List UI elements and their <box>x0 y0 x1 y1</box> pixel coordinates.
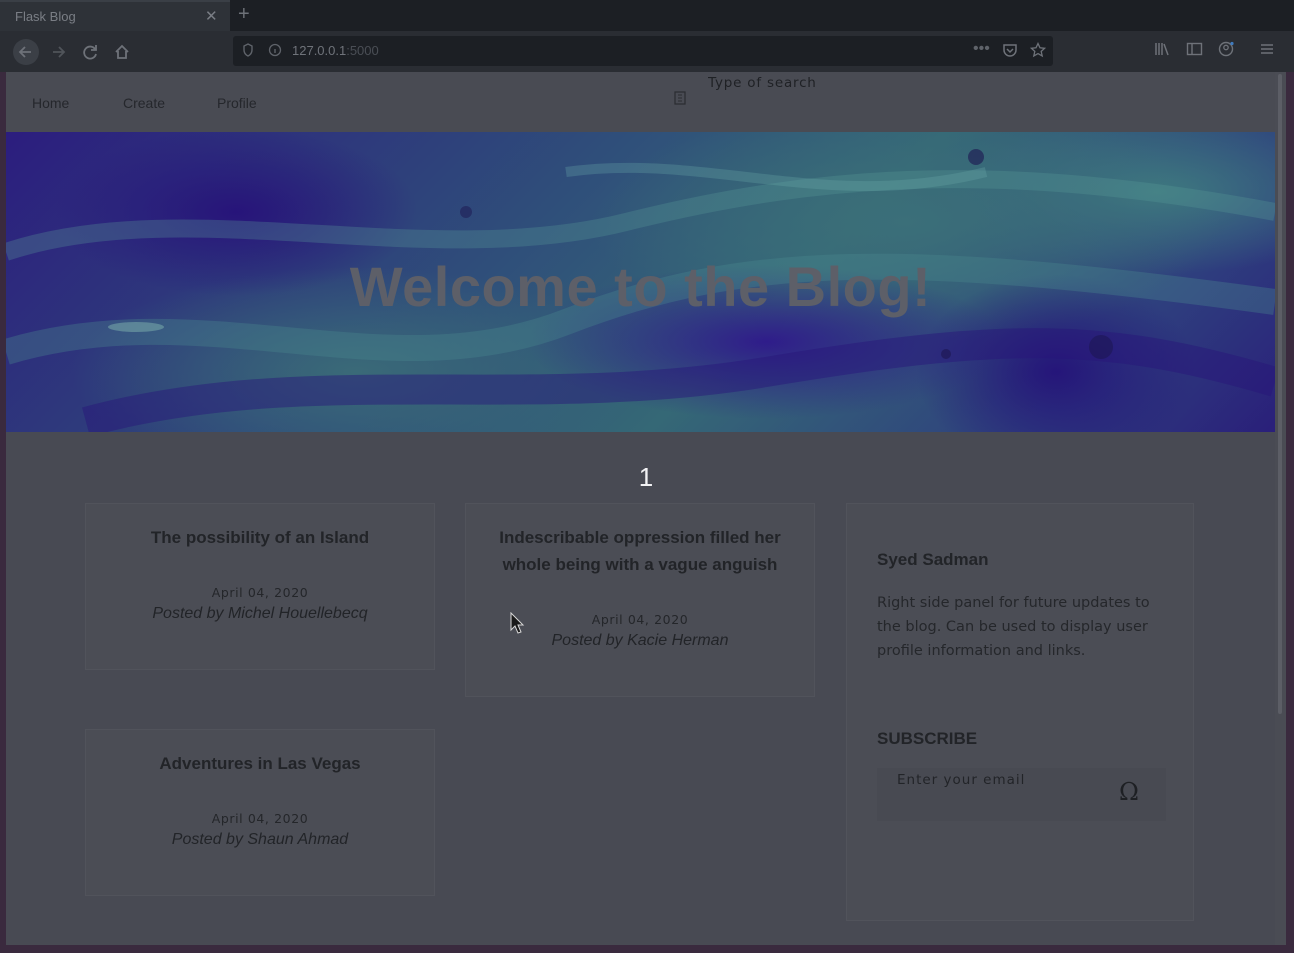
more-actions-icon[interactable]: ••• <box>973 40 990 58</box>
sidebar-icon[interactable] <box>1186 41 1203 60</box>
site-navbar: Home Create Profile <box>6 72 1275 132</box>
submit-icon[interactable]: Ω <box>1119 778 1139 806</box>
hero-banner: Welcome to the Blog! <box>6 132 1275 432</box>
nav-profile-link[interactable]: Profile <box>217 95 257 111</box>
menu-icon[interactable] <box>1260 41 1274 60</box>
search-input[interactable] <box>708 75 908 91</box>
search-icon[interactable] <box>674 90 686 109</box>
page-number[interactable]: 1 <box>636 462 656 493</box>
post-title[interactable]: Indescribable oppression filled her whol… <box>466 524 814 578</box>
account-icon[interactable] <box>1218 41 1235 60</box>
browser-tab-bar: Flask Blog ✕ + <box>0 0 1294 31</box>
scrollbar-thumb[interactable] <box>1278 74 1282 714</box>
info-icon[interactable] <box>268 42 282 61</box>
subscribe-heading: SUBSCRIBE <box>877 729 978 748</box>
post-title[interactable]: Adventures in Las Vegas <box>86 750 434 777</box>
post-date: April 04, 2020 <box>211 811 309 826</box>
forward-arrow-icon[interactable] <box>45 39 71 65</box>
browser-tab[interactable]: Flask Blog ✕ <box>0 0 230 31</box>
nav-create-link[interactable]: Create <box>123 95 165 111</box>
post-card[interactable]: Adventures in Las Vegas April 04, 2020 P… <box>85 729 435 896</box>
url-port: :5000 <box>346 43 379 58</box>
panel-description: Right side panel for future updates to t… <box>877 595 1150 659</box>
shield-icon <box>242 42 254 61</box>
url-bar[interactable]: 127.0.0.1:5000 ••• <box>233 36 1053 66</box>
subscribe-form: Ω <box>877 768 1166 821</box>
post-author: Posted by Michel Houellebecq <box>152 605 368 622</box>
web-page: Home Create Profile Welcome to the Blog!… <box>6 72 1286 945</box>
close-tab-icon[interactable]: ✕ <box>205 7 218 25</box>
bookmark-star-icon[interactable] <box>1029 41 1047 61</box>
url-host: 127.0.0.1 <box>292 43 347 58</box>
right-side-panel: Syed Sadman Right side panel for future … <box>846 503 1194 921</box>
post-card[interactable]: The possibility of an Island April 04, 2… <box>85 503 435 670</box>
email-field[interactable] <box>897 772 1097 788</box>
pocket-icon[interactable] <box>1002 42 1018 61</box>
browser-toolbar: 127.0.0.1:5000 ••• <box>0 31 1294 72</box>
library-icon[interactable] <box>1154 41 1171 60</box>
tab-title: Flask Blog <box>15 9 76 24</box>
mouse-cursor-icon <box>510 612 525 634</box>
back-arrow-icon[interactable] <box>13 39 39 65</box>
home-icon[interactable] <box>109 39 135 65</box>
post-card[interactable]: Indescribable oppression filled her whol… <box>465 503 815 697</box>
nav-home-link[interactable]: Home <box>32 95 69 111</box>
post-date: April 04, 2020 <box>211 585 309 600</box>
url-text: 127.0.0.1:5000 <box>292 43 379 58</box>
reload-icon[interactable] <box>77 39 103 65</box>
post-author: Posted by Shaun Ahmad <box>171 831 349 848</box>
profile-name: Syed Sadman <box>877 550 989 569</box>
hero-title: Welcome to the Blog! <box>349 255 932 318</box>
new-tab-button[interactable]: + <box>238 3 250 26</box>
post-title[interactable]: The possibility of an Island <box>86 524 434 551</box>
page-scrollbar[interactable] <box>1275 72 1286 945</box>
